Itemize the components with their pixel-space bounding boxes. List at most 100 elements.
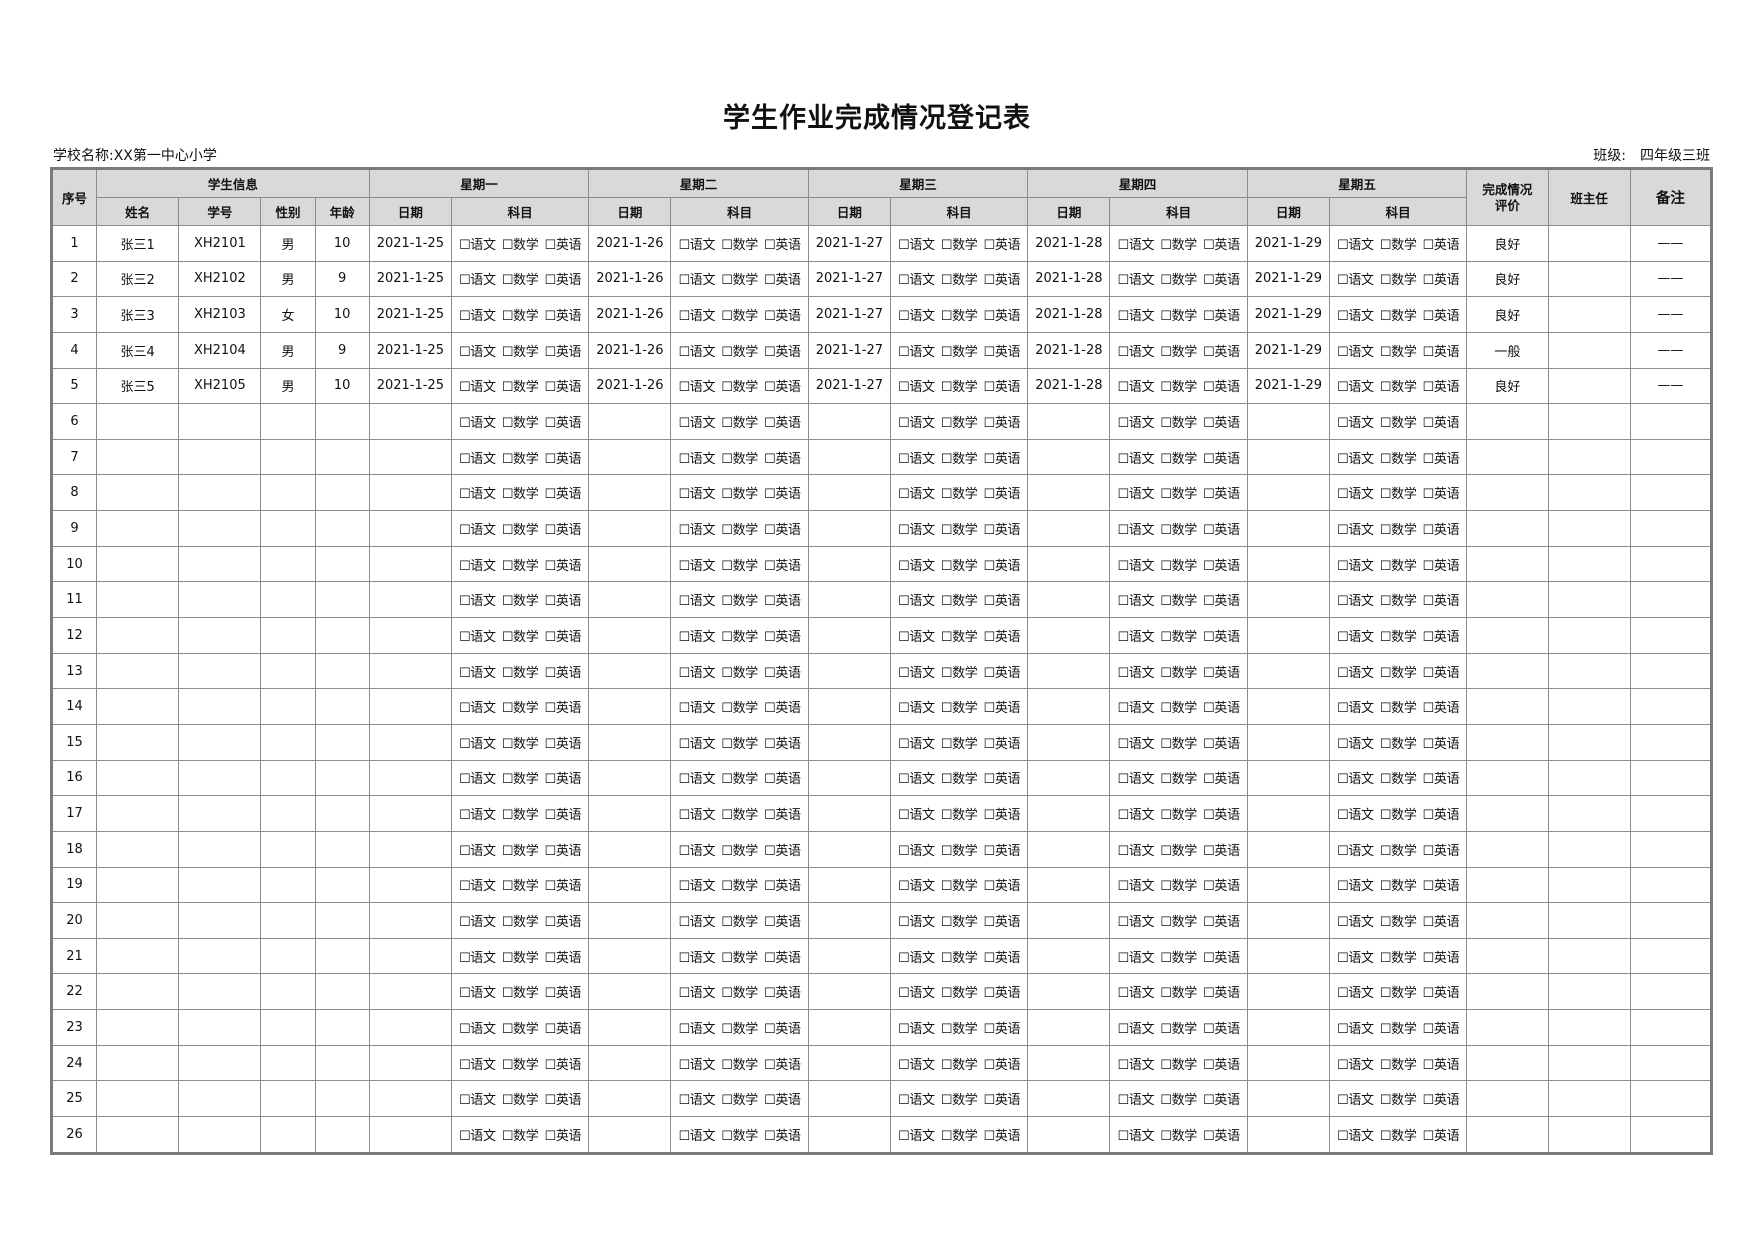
subject-checkbox[interactable]: ☐英语 bbox=[544, 559, 581, 574]
subject-checkbox[interactable]: ☐数学 bbox=[1160, 701, 1197, 716]
subject-checkbox[interactable]: ☐语文 bbox=[678, 1058, 715, 1073]
subject-checkbox[interactable]: ☐英语 bbox=[1203, 487, 1240, 502]
subject-checkbox[interactable]: ☐数学 bbox=[1380, 879, 1417, 894]
subject-checkbox[interactable]: ☐数学 bbox=[1380, 273, 1417, 288]
subject-checkbox[interactable]: ☐英语 bbox=[1203, 1129, 1240, 1144]
subject-checkbox[interactable]: ☐数学 bbox=[941, 737, 978, 752]
subject-checkbox[interactable]: ☐数学 bbox=[721, 273, 758, 288]
subject-checkbox[interactable]: ☐英语 bbox=[544, 737, 581, 752]
subject-checkbox[interactable]: ☐语文 bbox=[1337, 416, 1374, 431]
subject-checkbox[interactable]: ☐英语 bbox=[1423, 772, 1460, 787]
subject-checkbox[interactable]: ☐语文 bbox=[1337, 666, 1374, 681]
subject-checkbox[interactable]: ☐语文 bbox=[1337, 523, 1374, 538]
subject-checkbox[interactable]: ☐英语 bbox=[544, 487, 581, 502]
subject-checkbox[interactable]: ☐数学 bbox=[721, 1058, 758, 1073]
subject-checkbox[interactable]: ☐英语 bbox=[984, 844, 1021, 859]
subject-checkbox[interactable]: ☐数学 bbox=[941, 630, 978, 645]
subject-checkbox[interactable]: ☐英语 bbox=[764, 630, 801, 645]
subject-checkbox[interactable]: ☐数学 bbox=[502, 345, 539, 360]
subject-checkbox[interactable]: ☐数学 bbox=[1160, 915, 1197, 930]
subject-checkbox[interactable]: ☐语文 bbox=[1337, 594, 1374, 609]
subject-checkbox[interactable]: ☐数学 bbox=[1380, 416, 1417, 431]
subject-checkbox[interactable]: ☐数学 bbox=[941, 380, 978, 395]
subject-checkbox[interactable]: ☐数学 bbox=[1380, 345, 1417, 360]
subject-checkbox[interactable]: ☐语文 bbox=[1337, 951, 1374, 966]
subject-checkbox[interactable]: ☐英语 bbox=[544, 666, 581, 681]
subject-checkbox[interactable]: ☐英语 bbox=[1203, 238, 1240, 253]
subject-checkbox[interactable]: ☐数学 bbox=[941, 309, 978, 324]
subject-checkbox[interactable]: ☐语文 bbox=[898, 487, 935, 502]
subject-checkbox[interactable]: ☐数学 bbox=[1160, 1093, 1197, 1108]
subject-checkbox[interactable]: ☐语文 bbox=[459, 452, 496, 467]
subject-checkbox[interactable]: ☐语文 bbox=[1117, 737, 1154, 752]
subject-checkbox[interactable]: ☐语文 bbox=[678, 1093, 715, 1108]
subject-checkbox[interactable]: ☐英语 bbox=[984, 1129, 1021, 1144]
subject-checkbox[interactable]: ☐语文 bbox=[1337, 808, 1374, 823]
subject-checkbox[interactable]: ☐语文 bbox=[459, 487, 496, 502]
subject-checkbox[interactable]: ☐数学 bbox=[1160, 772, 1197, 787]
subject-checkbox[interactable]: ☐语文 bbox=[1337, 452, 1374, 467]
subject-checkbox[interactable]: ☐英语 bbox=[1423, 1093, 1460, 1108]
subject-checkbox[interactable]: ☐数学 bbox=[502, 879, 539, 894]
subject-checkbox[interactable]: ☐语文 bbox=[678, 844, 715, 859]
subject-checkbox[interactable]: ☐数学 bbox=[721, 345, 758, 360]
subject-checkbox[interactable]: ☐语文 bbox=[678, 630, 715, 645]
subject-checkbox[interactable]: ☐英语 bbox=[544, 273, 581, 288]
subject-checkbox[interactable]: ☐语文 bbox=[898, 737, 935, 752]
subject-checkbox[interactable]: ☐语文 bbox=[678, 1022, 715, 1037]
subject-checkbox[interactable]: ☐数学 bbox=[941, 1058, 978, 1073]
subject-checkbox[interactable]: ☐数学 bbox=[1160, 879, 1197, 894]
subject-checkbox[interactable]: ☐数学 bbox=[502, 273, 539, 288]
subject-checkbox[interactable]: ☐英语 bbox=[544, 986, 581, 1001]
subject-checkbox[interactable]: ☐英语 bbox=[1423, 666, 1460, 681]
subject-checkbox[interactable]: ☐语文 bbox=[459, 737, 496, 752]
subject-checkbox[interactable]: ☐英语 bbox=[984, 879, 1021, 894]
subject-checkbox[interactable]: ☐英语 bbox=[984, 380, 1021, 395]
subject-checkbox[interactable]: ☐数学 bbox=[1160, 844, 1197, 859]
subject-checkbox[interactable]: ☐数学 bbox=[721, 1093, 758, 1108]
subject-checkbox[interactable]: ☐英语 bbox=[544, 523, 581, 538]
subject-checkbox[interactable]: ☐英语 bbox=[1423, 808, 1460, 823]
subject-checkbox[interactable]: ☐语文 bbox=[1337, 1058, 1374, 1073]
subject-checkbox[interactable]: ☐语文 bbox=[1337, 1022, 1374, 1037]
subject-checkbox[interactable]: ☐英语 bbox=[764, 1093, 801, 1108]
subject-checkbox[interactable]: ☐英语 bbox=[1423, 915, 1460, 930]
subject-checkbox[interactable]: ☐英语 bbox=[544, 630, 581, 645]
subject-checkbox[interactable]: ☐数学 bbox=[941, 844, 978, 859]
subject-checkbox[interactable]: ☐语文 bbox=[1337, 986, 1374, 1001]
subject-checkbox[interactable]: ☐语文 bbox=[459, 951, 496, 966]
subject-checkbox[interactable]: ☐英语 bbox=[984, 808, 1021, 823]
subject-checkbox[interactable]: ☐语文 bbox=[678, 452, 715, 467]
subject-checkbox[interactable]: ☐语文 bbox=[1117, 559, 1154, 574]
subject-checkbox[interactable]: ☐语文 bbox=[1337, 630, 1374, 645]
subject-checkbox[interactable]: ☐语文 bbox=[678, 594, 715, 609]
subject-checkbox[interactable]: ☐数学 bbox=[721, 986, 758, 1001]
subject-checkbox[interactable]: ☐数学 bbox=[1160, 1058, 1197, 1073]
subject-checkbox[interactable]: ☐数学 bbox=[941, 452, 978, 467]
subject-checkbox[interactable]: ☐语文 bbox=[1117, 808, 1154, 823]
subject-checkbox[interactable]: ☐英语 bbox=[1203, 701, 1240, 716]
subject-checkbox[interactable]: ☐英语 bbox=[1423, 345, 1460, 360]
subject-checkbox[interactable]: ☐数学 bbox=[1160, 666, 1197, 681]
subject-checkbox[interactable]: ☐英语 bbox=[1423, 238, 1460, 253]
subject-checkbox[interactable]: ☐语文 bbox=[1117, 701, 1154, 716]
subject-checkbox[interactable]: ☐语文 bbox=[678, 666, 715, 681]
subject-checkbox[interactable]: ☐数学 bbox=[502, 915, 539, 930]
subject-checkbox[interactable]: ☐英语 bbox=[1423, 879, 1460, 894]
subject-checkbox[interactable]: ☐英语 bbox=[1203, 452, 1240, 467]
subject-checkbox[interactable]: ☐语文 bbox=[459, 416, 496, 431]
subject-checkbox[interactable]: ☐英语 bbox=[1203, 594, 1240, 609]
subject-checkbox[interactable]: ☐英语 bbox=[764, 273, 801, 288]
subject-checkbox[interactable]: ☐语文 bbox=[1337, 380, 1374, 395]
subject-checkbox[interactable]: ☐数学 bbox=[721, 951, 758, 966]
subject-checkbox[interactable]: ☐数学 bbox=[721, 630, 758, 645]
subject-checkbox[interactable]: ☐语文 bbox=[678, 701, 715, 716]
subject-checkbox[interactable]: ☐英语 bbox=[984, 915, 1021, 930]
subject-checkbox[interactable]: ☐语文 bbox=[898, 594, 935, 609]
subject-checkbox[interactable]: ☐英语 bbox=[544, 345, 581, 360]
subject-checkbox[interactable]: ☐英语 bbox=[1423, 594, 1460, 609]
subject-checkbox[interactable]: ☐语文 bbox=[1117, 879, 1154, 894]
subject-checkbox[interactable]: ☐数学 bbox=[721, 523, 758, 538]
subject-checkbox[interactable]: ☐语文 bbox=[1117, 986, 1154, 1001]
subject-checkbox[interactable]: ☐英语 bbox=[984, 594, 1021, 609]
